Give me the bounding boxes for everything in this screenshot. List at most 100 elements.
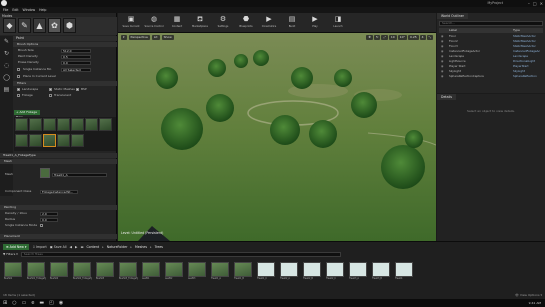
translucent-filter-checkbox[interactable]: [49, 94, 52, 97]
static-meshes-filter-checkbox[interactable]: [49, 88, 52, 91]
asset-tile[interactable]: Bush01_FoliageType: [27, 258, 46, 289]
asset-tile[interactable]: Tree01_A: [211, 258, 230, 289]
paint-tool-icon[interactable]: ✎: [0, 36, 13, 48]
build-button[interactable]: ▤ Build: [281, 14, 303, 32]
foliage-thumb[interactable]: [57, 118, 70, 131]
unreal-icon[interactable]: ◉: [59, 299, 63, 307]
asset-tile[interactable]: Bush03_FoliageType: [119, 258, 138, 289]
foliage-thumb[interactable]: [71, 118, 84, 131]
breadcrumb-naturefolder[interactable]: NatureFolder: [107, 245, 128, 249]
visibility-icon[interactable]: ◉: [441, 44, 443, 49]
breadcrumb-content[interactable]: Content: [86, 245, 99, 249]
level-viewport[interactable]: ▣ Save Current ◍ Source Control ▦ Content ⛾…: [118, 13, 436, 241]
lasso-tool-icon[interactable]: ◯: [0, 72, 13, 84]
brush-size-field[interactable]: 512.0: [61, 48, 91, 53]
outliner-row[interactable]: ◉ InstancedFoliageActor InstancedFoliageAc: [439, 49, 543, 54]
asset-tile[interactable]: Tree01_C: [257, 258, 276, 289]
outliner-row[interactable]: ◉ Landscape Landscape: [439, 54, 543, 59]
outliner-row[interactable]: ◉ SphereReflectionCapture SphereReflection: [439, 74, 543, 79]
brush-options-header[interactable]: Brush Options: [13, 42, 117, 47]
foliage-thumb[interactable]: [99, 118, 112, 131]
content-button[interactable]: ▦ Content: [166, 14, 188, 32]
search-icon[interactable]: ○: [12, 299, 16, 307]
settings-button[interactable]: ⚙ Settings: [212, 14, 234, 32]
save-current-button[interactable]: ▣ Save Current: [120, 14, 142, 32]
erase-density-field[interactable]: 0.0: [61, 60, 91, 65]
outliner-row[interactable]: ◉ Floor3 StaticMeshActor: [439, 44, 543, 49]
folder-tree-icon[interactable]: ▬: [80, 245, 83, 249]
filters-header[interactable]: Filters: [13, 81, 117, 86]
component-class-dropdown[interactable]: FoliageInstancedSt...: [40, 189, 78, 194]
reapply-tool-icon[interactable]: ↻: [0, 48, 13, 60]
foliage-thumb[interactable]: [43, 118, 56, 131]
place-mode-button[interactable]: ◆: [3, 18, 16, 33]
radius-field[interactable]: 0.0: [40, 217, 58, 222]
visibility-icon[interactable]: ◉: [441, 74, 443, 79]
visibility-icon[interactable]: ◉: [441, 64, 443, 69]
asset-tile[interactable]: Tree03_B: [372, 258, 391, 289]
launch-button[interactable]: ◨ Launch: [327, 14, 349, 32]
placement-section-header[interactable]: Placement: [0, 234, 117, 239]
foliage-thumb[interactable]: [15, 118, 28, 131]
single-instance-dropdown[interactable]: All Selected: [61, 67, 91, 72]
rotation-snap-value[interactable]: 10°: [397, 35, 407, 40]
visibility-icon[interactable]: ◉: [441, 59, 443, 64]
asset-tile[interactable]: Tree04: [395, 258, 414, 289]
bsp-filter-checkbox[interactable]: [76, 88, 79, 91]
translate-icon[interactable]: ✥: [366, 35, 373, 40]
camera-speed-value[interactable]: 4: [419, 35, 426, 40]
asset-tile[interactable]: Tree03_A: [349, 258, 368, 289]
source-control-button[interactable]: ◍ Source Control: [143, 14, 165, 32]
save-all-button[interactable]: ▣ Save All: [50, 245, 67, 249]
visibility-icon[interactable]: ◉: [441, 49, 443, 54]
asset-tile[interactable]: Bush02_FoliageType: [73, 258, 92, 289]
viewport-options-icon[interactable]: ▾: [121, 35, 127, 40]
maximize-button[interactable]: □: [533, 0, 537, 7]
place-in-level-checkbox[interactable]: [17, 75, 20, 78]
outliner-row[interactable]: ◉ Floor2 StaticMeshActor: [439, 39, 543, 44]
asset-tile[interactable]: Leaf02: [165, 258, 184, 289]
scale-snap-value[interactable]: 0.25: [407, 35, 419, 40]
foliage-thumb[interactable]: [29, 134, 42, 147]
breadcrumb-meshes[interactable]: Meshes: [135, 245, 147, 249]
minimize-button[interactable]: –: [528, 0, 530, 7]
foliage-thumb[interactable]: [57, 134, 70, 147]
visibility-icon[interactable]: ◉: [441, 69, 443, 74]
mesh-section-header[interactable]: Mesh: [0, 159, 117, 164]
grid-snap-value[interactable]: 10: [388, 35, 397, 40]
geometry-mode-button[interactable]: ⬢: [63, 18, 76, 33]
visibility-icon[interactable]: ◉: [441, 54, 443, 59]
landscape-filter-checkbox[interactable]: [17, 88, 20, 91]
asset-tile[interactable]: Leaf01: [142, 258, 161, 289]
add-new-button[interactable]: ⊕ Add New ▾: [3, 243, 30, 250]
foliage-thumb-selected[interactable]: [43, 134, 56, 147]
rotate-icon[interactable]: ↻: [373, 35, 381, 40]
visibility-icon[interactable]: ◉: [441, 39, 443, 44]
asset-tile[interactable]: Bush02: [50, 258, 69, 289]
filters-button[interactable]: ▼ Filters ▾: [3, 252, 18, 256]
asset-tile[interactable]: Leaf03: [188, 258, 207, 289]
asset-tile[interactable]: Bush01: [4, 258, 23, 289]
asset-tile[interactable]: Tree02_C: [326, 258, 345, 289]
details-tab[interactable]: Details: [437, 94, 457, 100]
foliage-filter-checkbox[interactable]: [17, 94, 20, 97]
label-column-header[interactable]: Label: [449, 28, 457, 33]
close-button[interactable]: ✕: [540, 0, 543, 7]
perspective-button[interactable]: Perspective: [128, 35, 150, 40]
visibility-icon[interactable]: ◉: [441, 34, 443, 39]
asset-tile[interactable]: Bush03: [96, 258, 115, 289]
foliage-thumb[interactable]: [85, 118, 98, 131]
paint-mode-button[interactable]: ✎: [18, 18, 31, 33]
paint-density-field[interactable]: 0.5: [61, 54, 91, 59]
outliner-row[interactable]: ◉ LightSource DirectionalLight: [439, 59, 543, 64]
select-tool-icon[interactable]: ◌: [0, 60, 13, 72]
folder-icon[interactable]: ▬: [39, 299, 44, 307]
world-outliner-tab[interactable]: World Outliner: [437, 13, 468, 19]
foliage-thumb[interactable]: [71, 134, 84, 147]
import-button[interactable]: ⇩ Import: [32, 245, 46, 249]
landscape-mode-button[interactable]: ▲: [33, 18, 46, 33]
outliner-row[interactable]: ◉ Player Start PlayerStart: [439, 64, 543, 69]
single-instance-checkbox[interactable]: [17, 68, 20, 71]
mesh-dropdown[interactable]: Tree01_A: [52, 172, 107, 177]
browser-icon[interactable]: e: [31, 299, 34, 307]
